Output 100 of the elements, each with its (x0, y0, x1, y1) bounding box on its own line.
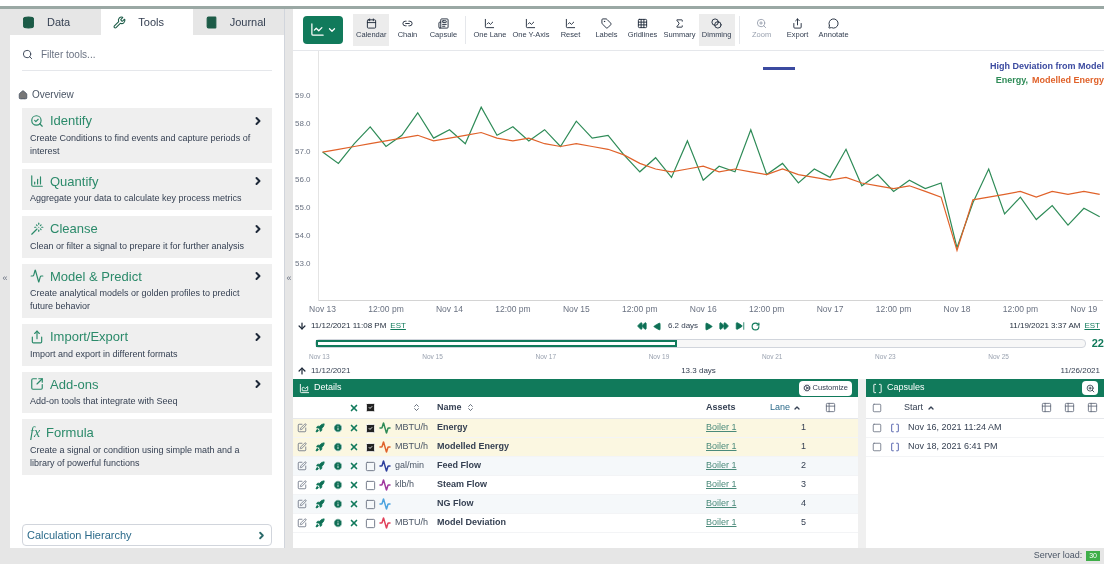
zoom-button[interactable] (1082, 381, 1098, 395)
remove-icon[interactable] (349, 499, 359, 509)
rocket-icon[interactable] (315, 499, 325, 509)
sidebar-tab[interactable]: Journal (192, 9, 284, 35)
remove-icon[interactable] (349, 518, 359, 528)
remove-icon[interactable] (349, 423, 359, 433)
info-icon[interactable] (333, 518, 343, 528)
chevron-right-icon (256, 529, 267, 541)
columns-icon[interactable] (1064, 402, 1075, 413)
rewind-icon[interactable] (636, 321, 647, 331)
clear-icon[interactable] (349, 402, 359, 413)
checkbox-icon[interactable] (365, 517, 376, 529)
asset-link[interactable]: Boiler 1 (706, 440, 770, 454)
end-time: 11/19/2021 3:37 AM (1009, 320, 1081, 332)
tool-card[interactable]: Identify Create Conditions to find events and capture periods of interest (22, 108, 272, 163)
newspaper-icon (437, 18, 449, 29)
signal-row[interactable]: MBTU/h Modelled Energy Boiler 1 1 (293, 438, 858, 457)
duration-field[interactable]: 6.2 days (667, 320, 699, 332)
column-header[interactable]: Start (904, 400, 923, 415)
x-axis-label: Nov 16 (689, 303, 717, 316)
checkbox-icon[interactable] (365, 460, 376, 472)
tool-description: Create analytical models or golden profiles to predict future behavior (30, 287, 241, 313)
checked-box-icon[interactable] (365, 441, 376, 453)
info-icon[interactable] (333, 423, 343, 433)
gears-icon (802, 384, 811, 392)
magnifier-check-icon (30, 113, 44, 128)
refresh-icon[interactable] (751, 321, 761, 331)
fast-forward-icon[interactable] (719, 321, 730, 331)
capsule-row[interactable]: Nov 16, 2021 11:24 AM (866, 419, 1104, 438)
column-header[interactable]: Name (437, 400, 462, 415)
info-icon[interactable] (333, 480, 343, 490)
rocket-icon[interactable] (315, 461, 325, 471)
info-icon[interactable] (333, 461, 343, 471)
asset-link[interactable]: Boiler 1 (706, 478, 770, 492)
asset-link[interactable]: Boiler 1 (706, 516, 770, 530)
asset-link[interactable]: Boiler 1 (706, 497, 770, 511)
formula-icon: fx (30, 422, 41, 443)
checkbox-icon[interactable] (872, 402, 882, 413)
rocket-icon[interactable] (315, 423, 325, 433)
overview-link[interactable]: Overview (32, 87, 74, 102)
asset-link[interactable]: Boiler 1 (706, 421, 770, 435)
collapse-toggle[interactable]: « (286, 271, 292, 286)
y-axis-label: 57.0 (295, 146, 311, 159)
lane-number: 3 (800, 478, 806, 492)
x-axis-label: Nov 18 (943, 303, 971, 316)
columns-icon[interactable] (1087, 402, 1098, 413)
remove-icon[interactable] (349, 442, 359, 452)
tool-card[interactable]: Cleanse Clean or filter a signal to prepare it for further analysis (22, 216, 272, 258)
signal-row[interactable]: MBTU/h Energy Boiler 1 1 (293, 419, 858, 438)
asset-link[interactable]: Boiler 1 (706, 459, 770, 473)
search-icon (22, 49, 33, 60)
column-header[interactable]: Lane (770, 400, 791, 415)
sidebar-tab[interactable]: Data (10, 9, 102, 35)
timezone-link[interactable]: EST (1084, 320, 1100, 332)
signal-name: Steam Flow (437, 478, 488, 492)
step-back-icon[interactable] (652, 321, 662, 331)
rocket-icon[interactable] (315, 442, 325, 452)
signal-row[interactable]: klb/h Steam Flow Boiler 1 3 (293, 476, 858, 495)
collapse-toggle[interactable]: « (2, 271, 8, 286)
sidebar-tab[interactable]: Tools (101, 9, 193, 35)
remove-icon[interactable] (349, 480, 359, 490)
info-icon[interactable] (333, 442, 343, 452)
sort-icon[interactable] (411, 403, 421, 412)
view-menu-button[interactable] (303, 15, 343, 44)
edit-icon[interactable] (297, 480, 307, 490)
signal-row[interactable]: gal/min Feed Flow Boiler 1 2 (293, 457, 858, 476)
edit-icon[interactable] (297, 518, 307, 528)
column-header[interactable]: Assets (706, 400, 770, 415)
tool-card[interactable]: Quantify Aggregate your data to calculate key process metrics (22, 168, 272, 210)
timezone-link[interactable]: EST (390, 320, 406, 332)
checkbox-icon[interactable] (872, 442, 882, 452)
tool-title: Quantify (50, 172, 100, 191)
info-icon[interactable] (333, 499, 343, 509)
checked-box-icon[interactable] (365, 402, 376, 413)
calculation-hierarchy-button[interactable]: Calculation Hierarchy (22, 524, 272, 546)
arrow-up-icon (297, 366, 307, 376)
signal-row[interactable]: MBTU/h Model Deviation Boiler 1 5 (293, 514, 858, 533)
columns-icon[interactable] (1041, 402, 1052, 413)
signal-row[interactable]: NG Flow Boiler 1 4 (293, 495, 858, 514)
checked-box-icon[interactable] (365, 422, 376, 434)
step-forward-icon[interactable] (704, 321, 714, 331)
tool-card[interactable]: Model & Predict Create analytical models or golden profiles to predict future behavior (22, 263, 272, 318)
overview-range-handle[interactable] (316, 339, 678, 347)
server-load-label: Server load: (1033, 549, 1083, 563)
rocket-icon[interactable] (315, 518, 325, 528)
y-axis-label: 53.0 (295, 258, 311, 271)
tool-card[interactable]: Import/Export Import and export in different formats (22, 324, 272, 366)
skip-to-end-icon[interactable] (735, 321, 746, 331)
tool-card[interactable]: fx Formula Create a signal or condition using simple math and a library of powerful functions (22, 419, 272, 475)
remove-icon[interactable] (349, 461, 359, 471)
capsule-row[interactable]: Nov 18, 2021 6:41 PM (866, 438, 1104, 457)
rocket-icon[interactable] (315, 480, 325, 490)
checkbox-icon[interactable] (872, 423, 882, 433)
checkbox-icon[interactable] (365, 498, 376, 510)
columns-icon[interactable] (824, 402, 836, 413)
x-axis-label: Nov 17 (816, 303, 844, 316)
filter-field[interactable]: Filter tools... (41, 47, 272, 62)
sort-icon[interactable] (465, 403, 475, 412)
tool-card[interactable]: Add-ons Add-on tools that integrate with Seeq (22, 371, 272, 413)
checkbox-icon[interactable] (365, 479, 376, 491)
